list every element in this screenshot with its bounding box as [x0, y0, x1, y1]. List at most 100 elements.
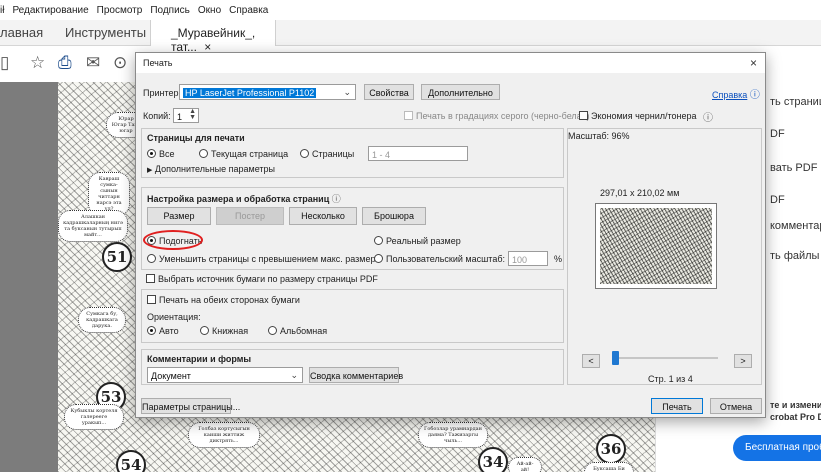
highlight-circle: [143, 230, 203, 250]
radio-auto-label: Авто: [159, 326, 179, 336]
percent-label: %: [554, 254, 563, 264]
comments-select-value: Документ: [151, 371, 191, 381]
speech-bubble: Кубыклы кортеля галерееге уракып...: [64, 404, 124, 430]
tab-tools[interactable]: Инструменты: [65, 25, 146, 40]
radio-all[interactable]: [147, 149, 156, 158]
choose-paper-checkbox[interactable]: [146, 274, 155, 283]
tools-pane-item[interactable]: ть файлы: [770, 250, 819, 262]
printer-label: Принтер:: [143, 88, 182, 98]
stepper-arrows-icon[interactable]: ▲ ▼: [189, 108, 196, 121]
radio-shrink-label: Уменьшить страницы с превышением макс. р…: [159, 254, 381, 264]
radio-current-label: Текущая страница: [211, 149, 289, 159]
advanced-button[interactable]: Дополнительно: [421, 84, 500, 100]
menu-edit[interactable]: Редактирование: [12, 5, 88, 16]
mail-icon[interactable]: ✉: [86, 53, 100, 73]
tools-pane-item[interactable]: DF: [770, 128, 785, 140]
radio-landscape-option[interactable]: Альбомная: [268, 326, 327, 336]
dialog-title-bar: Печать ×: [136, 53, 765, 73]
both-sides-checkbox[interactable]: [147, 295, 156, 304]
page-range-input[interactable]: 1 - 4: [368, 146, 468, 161]
radio-shrink[interactable]: [147, 254, 156, 263]
info-icon[interactable]: ⓘ: [332, 194, 341, 204]
radio-current-option[interactable]: Текущая страница: [199, 149, 288, 159]
radio-actual[interactable]: [374, 236, 383, 245]
radio-actual-option[interactable]: Реальный размер: [374, 236, 461, 246]
radio-custom-scale-label: Пользовательский масштаб:: [386, 254, 505, 264]
tools-pane-item[interactable]: комментар: [770, 220, 821, 232]
properties-button[interactable]: Свойства: [364, 84, 414, 100]
preview-page: [595, 203, 717, 289]
tools-pane-item[interactable]: DF: [770, 194, 785, 206]
radio-portrait-label: Книжная: [212, 326, 249, 336]
radio-auto[interactable]: [147, 326, 156, 335]
search-icon[interactable]: ⊙: [113, 53, 127, 73]
radio-pages[interactable]: [300, 149, 309, 158]
more-options-toggle[interactable]: ▶ Дополнительные параметры: [147, 164, 275, 174]
comments-section: Комментарии и формы Документ ⌄ Сводка ко…: [141, 349, 564, 385]
next-page-button[interactable]: >: [734, 354, 752, 368]
menu-file[interactable]: ił: [0, 5, 4, 16]
menu-sign[interactable]: Подпись: [150, 5, 190, 16]
menu-view[interactable]: Просмотр: [97, 5, 143, 16]
grayscale-option[interactable]: Печать в градациях серого (черно-белая): [404, 111, 590, 121]
speech-bubble: Ай-ай-ай!: [508, 457, 542, 472]
cancel-button[interactable]: Отмена: [710, 398, 762, 414]
pages-section-title: Страницы для печати: [147, 133, 245, 143]
page-slider-thumb[interactable]: [612, 351, 619, 365]
free-trial-button[interactable]: Бесплатная пробная: [733, 435, 821, 461]
ink-saver-checkbox[interactable]: [579, 111, 588, 120]
menu-window[interactable]: Окно: [198, 5, 221, 16]
star-icon[interactable]: ☆: [30, 53, 45, 73]
more-options-label: Дополнительные параметры: [154, 164, 276, 174]
radio-all-option[interactable]: Все: [147, 149, 175, 159]
speech-bubble: Буксаша Би сыннии ту...: [584, 462, 634, 472]
tab-booklet[interactable]: Брошюра: [362, 207, 426, 225]
print-icon[interactable]: ⎙: [58, 53, 72, 73]
prev-page-button[interactable]: <: [582, 354, 600, 368]
radio-current[interactable]: [199, 149, 208, 158]
tab-multiple[interactable]: Несколько: [289, 207, 357, 225]
radio-landscape[interactable]: [268, 326, 277, 335]
tab-poster[interactable]: Постер: [216, 207, 284, 225]
help-link-label[interactable]: Справка: [712, 90, 747, 100]
info-icon[interactable]: ⓘ: [703, 109, 713, 124]
help-icon[interactable]: ⓘ: [750, 90, 760, 101]
ink-saver-option[interactable]: Экономия чернил/тонера: [579, 111, 697, 121]
grayscale-checkbox[interactable]: [404, 111, 413, 120]
custom-scale-input[interactable]: 100: [508, 251, 548, 266]
radio-custom-scale-option[interactable]: Пользовательский масштаб:: [374, 254, 505, 264]
sizing-section: Настройка размера и обработка страниц ⓘ …: [141, 187, 564, 270]
menu-help[interactable]: Справка: [229, 5, 268, 16]
radio-portrait[interactable]: [200, 326, 209, 335]
choose-paper-option[interactable]: Выбрать источник бумаги по размеру стран…: [146, 274, 378, 284]
radio-custom-scale[interactable]: [374, 254, 383, 263]
page-setup-button[interactable]: Параметры страницы...: [141, 398, 240, 414]
printer-select[interactable]: HP LaserJet Professional P1102 ⌄: [179, 84, 356, 100]
bookmark-icon[interactable]: ▯: [0, 53, 9, 73]
radio-pages-option[interactable]: Страницы: [300, 149, 354, 159]
radio-shrink-option[interactable]: Уменьшить страницы с превышением макс. р…: [147, 254, 381, 264]
close-icon[interactable]: ×: [750, 56, 757, 70]
choose-paper-label: Выбрать источник бумаги по размеру стран…: [158, 274, 378, 284]
tools-pane-item[interactable]: ть страницу": [770, 96, 821, 108]
both-sides-option[interactable]: Печать на обеих сторонах бумаги: [147, 295, 300, 305]
chevron-down-icon: ⌄: [290, 370, 298, 380]
speech-bubble: Алашкан кадрашкаларның нигә та буксанын …: [58, 210, 128, 242]
copies-input[interactable]: 1 ▲ ▼: [173, 108, 199, 123]
sizing-section-title: Настройка размера и обработка страниц ⓘ: [147, 192, 341, 205]
printer-select-value: HP LaserJet Professional P1102: [183, 88, 317, 98]
help-link[interactable]: Справка ⓘ: [712, 86, 760, 101]
tab-document[interactable]: _Муравейник_, тат... ×: [150, 20, 276, 54]
speech-bubble: Сумкага бу, кадрашкага дарука.: [78, 307, 126, 333]
summarize-comments-button[interactable]: Сводка комментариев: [309, 367, 403, 383]
tools-pane-item[interactable]: вать PDF: [770, 162, 817, 174]
print-button[interactable]: Печать: [651, 398, 703, 414]
comments-section-title: Комментарии и формы: [147, 354, 252, 364]
comments-select[interactable]: Документ ⌄: [147, 367, 303, 383]
tab-size[interactable]: Размер: [147, 207, 211, 225]
radio-portrait-option[interactable]: Книжная: [200, 326, 248, 336]
radio-auto-option[interactable]: Авто: [147, 326, 179, 336]
tab-home[interactable]: лавная: [0, 25, 43, 40]
page-slider-track[interactable]: [618, 357, 718, 359]
orientation-section: Печать на обеих сторонах бумаги Ориентац…: [141, 289, 564, 343]
